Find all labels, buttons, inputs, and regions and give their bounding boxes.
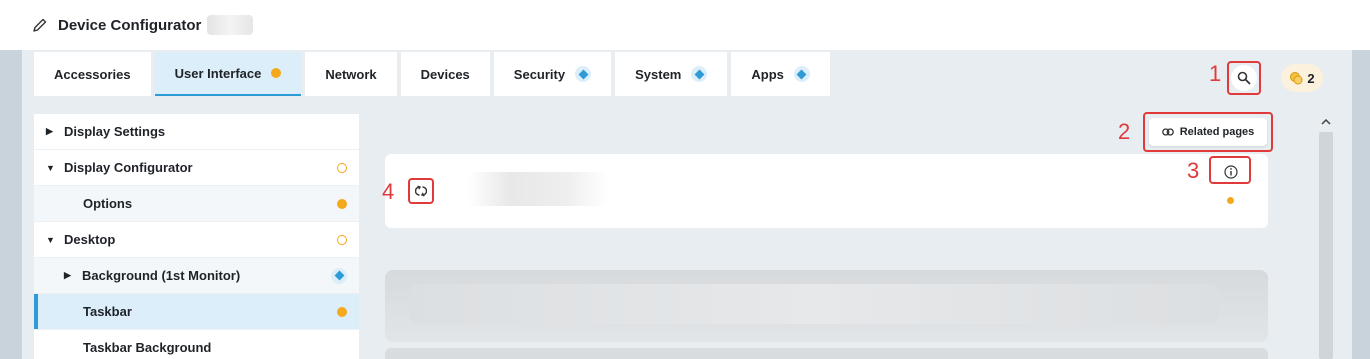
diamond-icon: [793, 66, 810, 82]
annotation-number-1: 1: [1209, 61, 1222, 86]
tree-item-label: Display Configurator: [64, 160, 193, 175]
tab-security[interactable]: Security: [493, 52, 612, 96]
coin-icon: [1290, 72, 1303, 85]
tab-bar: Accessories User Interface Network Devic…: [34, 52, 830, 96]
modified-dot-icon: [337, 198, 347, 209]
tree-item-taskbar[interactable]: Taskbar: [34, 294, 359, 330]
blurred-title-suffix: [207, 15, 254, 35]
tree-item-label: Background (1st Monitor): [82, 268, 241, 283]
modified-dot-icon: [1227, 197, 1234, 204]
tab-system[interactable]: System: [615, 52, 728, 96]
caret-down-icon: ▼: [46, 162, 55, 173]
tab-label: System: [635, 66, 682, 82]
tab-label: Security: [513, 66, 566, 82]
diamond-icon: [331, 267, 347, 284]
highlight-search: [1227, 61, 1261, 95]
title-bar: Device Configurator: [0, 0, 1370, 50]
tab-label: Network: [325, 66, 377, 82]
annotation-number-4: 4: [382, 179, 395, 204]
tree-item-label: Desktop: [64, 232, 116, 247]
modified-dot-icon: [337, 306, 347, 317]
tree-item-label: Display Settings: [64, 124, 166, 139]
scrollbar[interactable]: [1316, 112, 1336, 359]
modified-dot-icon: [271, 68, 282, 78]
tab-label: Apps: [751, 66, 784, 82]
blurred-setting-card: [385, 270, 1268, 342]
pencil-icon: [33, 18, 47, 32]
tree-item-display-configurator[interactable]: ▼ Display Configurator: [34, 150, 359, 186]
tab-label: User Interface: [174, 65, 262, 81]
highlight-reset: [408, 178, 434, 204]
tree-item-options[interactable]: Options: [34, 186, 359, 222]
highlight-info: [1209, 156, 1251, 184]
tree-item-label: Options: [83, 196, 133, 211]
chevron-up-icon[interactable]: [1316, 112, 1336, 132]
modified-ring-icon: [337, 162, 347, 173]
caret-right-icon: ▶: [64, 270, 71, 280]
modified-ring-icon: [337, 234, 347, 245]
tab-accessories[interactable]: Accessories: [34, 52, 151, 96]
app-title: Device Configurator: [58, 16, 202, 34]
blurred-setting-card: [385, 348, 1268, 359]
coin-badge[interactable]: 2: [1281, 64, 1323, 92]
tab-user-interface[interactable]: User Interface: [154, 52, 302, 96]
diamond-icon: [691, 66, 708, 82]
tree-item-taskbar-background[interactable]: Taskbar Background: [34, 330, 359, 359]
badge-count: 2: [1307, 70, 1315, 86]
diamond-icon: [575, 66, 592, 82]
highlight-related-pages: [1143, 112, 1273, 152]
tab-label: Devices: [420, 66, 470, 82]
tree-item-display-settings[interactable]: ▶ Display Settings: [34, 114, 359, 150]
main-panel: Accessories User Interface Network Devic…: [22, 50, 1352, 359]
tree-item-label: Taskbar Background: [83, 340, 212, 355]
blurred-setting-label: [468, 172, 608, 206]
annotation-number-3: 3: [1187, 158, 1200, 183]
settings-tree: ▶ Display Settings ▼ Display Configurato…: [34, 114, 359, 359]
tab-network[interactable]: Network: [305, 52, 397, 96]
tree-item-desktop[interactable]: ▼ Desktop: [34, 222, 359, 258]
setting-card: [385, 154, 1268, 228]
tab-apps[interactable]: Apps: [731, 52, 830, 96]
tree-item-background-1st-monitor[interactable]: ▶ Background (1st Monitor): [34, 258, 359, 294]
caret-down-icon: ▼: [46, 234, 55, 245]
tab-label: Accessories: [54, 66, 131, 82]
workspace: Accessories User Interface Network Devic…: [0, 50, 1370, 359]
tab-devices[interactable]: Devices: [400, 52, 490, 96]
scrollbar-thumb[interactable]: [1319, 132, 1333, 359]
tree-item-label: Taskbar: [83, 304, 132, 319]
caret-right-icon: ▶: [46, 126, 53, 136]
annotation-number-2: 2: [1118, 119, 1131, 144]
